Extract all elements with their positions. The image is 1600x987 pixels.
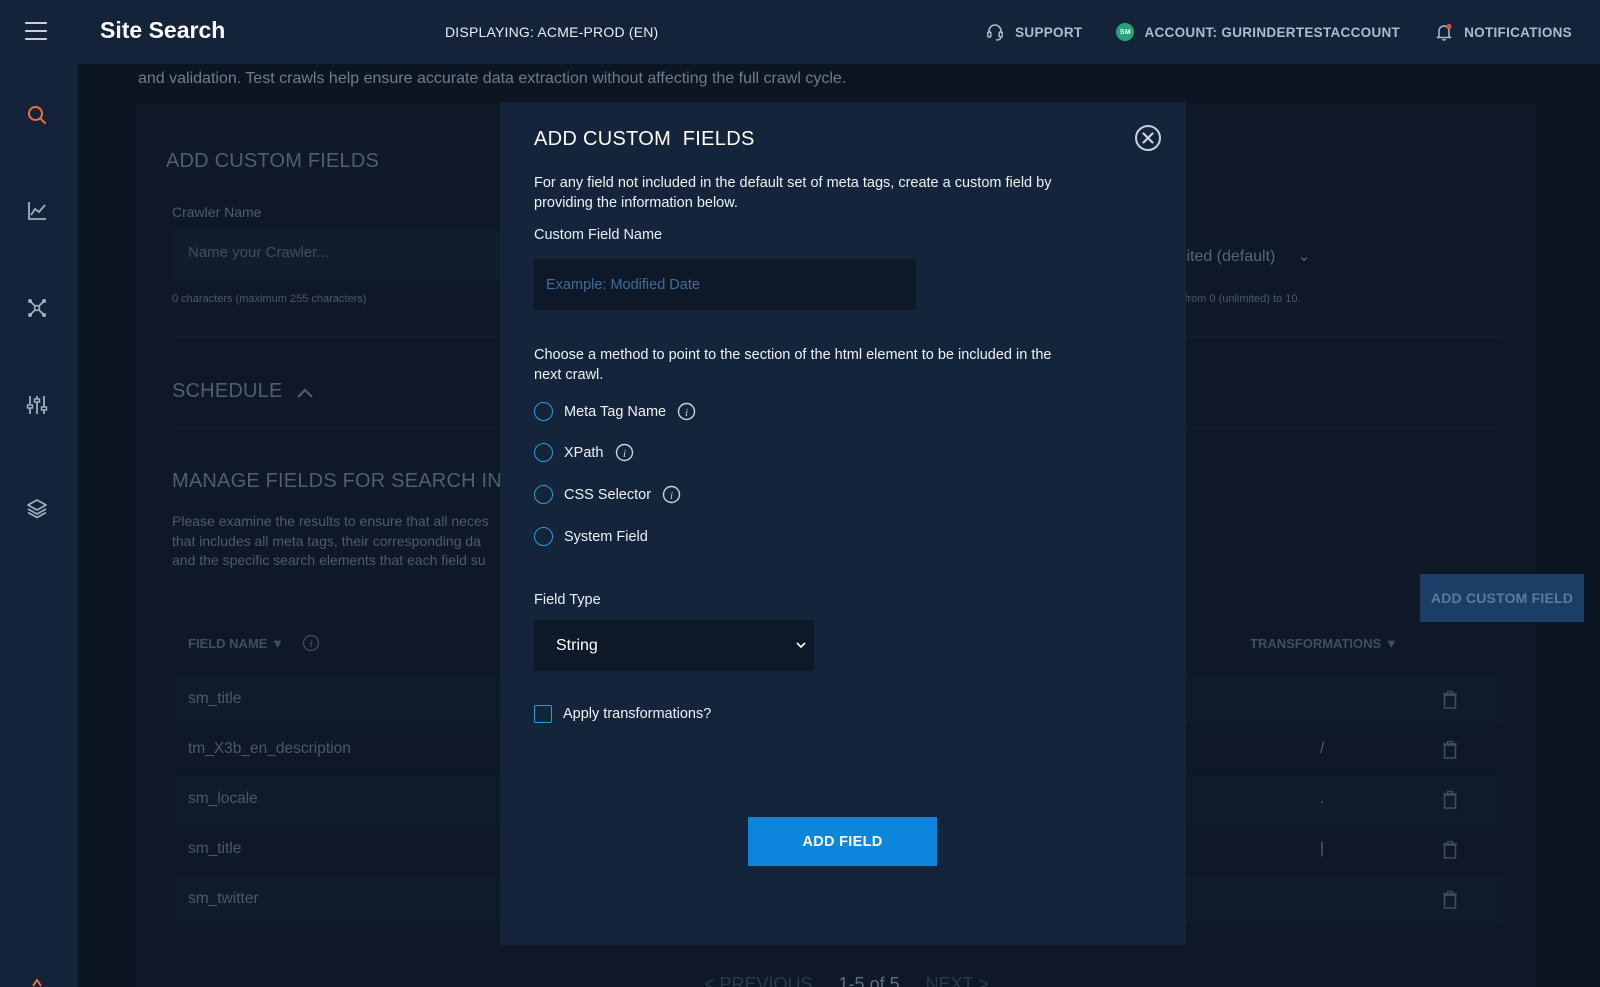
account-label: ACCOUNT: GURINDERTESTACCOUNT bbox=[1144, 24, 1401, 40]
sliders-icon[interactable] bbox=[25, 393, 49, 417]
method-label: XPath bbox=[564, 444, 604, 461]
search-icon[interactable] bbox=[25, 103, 49, 127]
method-option-css-selector[interactable]: CSS Selector i bbox=[534, 485, 681, 504]
info-icon: i bbox=[302, 634, 320, 652]
field-type-label: Field Type bbox=[534, 592, 601, 608]
add-custom-field-button[interactable]: ADD CUSTOM FIELD bbox=[1420, 574, 1584, 622]
manage-description: Please examine the results to ensure tha… bbox=[172, 513, 489, 568]
apply-transformations-label: Apply transformations? bbox=[563, 706, 712, 722]
method-label: Meta Tag Name bbox=[564, 403, 667, 420]
info-icon[interactable]: i bbox=[615, 443, 634, 462]
info-icon[interactable]: i bbox=[662, 485, 681, 504]
modal-title: ADD CUSTOM FIELDS bbox=[534, 128, 755, 150]
avatar: SM bbox=[1116, 23, 1135, 41]
pagination: < PREVIOUS 1-5 of 5 NEXT > bbox=[704, 974, 989, 987]
intro-text: and validation. Test crawls help ensure … bbox=[138, 70, 847, 87]
crawler-name-input[interactable]: Name your Crawler... bbox=[172, 230, 502, 280]
support-label: SUPPORT bbox=[1015, 24, 1083, 40]
method-description: Choose a method to point to the section … bbox=[534, 347, 1052, 383]
add-custom-fields-modal: ADD CUSTOM FIELDS For any field not incl… bbox=[500, 102, 1186, 945]
notifications-label: NOTIFICATIONS bbox=[1464, 24, 1572, 40]
apply-transformations-checkbox[interactable] bbox=[534, 705, 552, 723]
svg-text:i: i bbox=[310, 639, 313, 650]
radio-button[interactable] bbox=[534, 485, 553, 504]
field-type-select[interactable]: String bbox=[534, 620, 814, 671]
layers-icon[interactable] bbox=[25, 496, 49, 520]
displaying-label: DISPLAYING: ACME-PROD (EN) bbox=[445, 24, 659, 40]
bell-icon bbox=[1436, 23, 1452, 41]
custom-field-name-label: Custom Field Name bbox=[534, 227, 663, 243]
account-menu[interactable]: SM ACCOUNT: GURINDERTESTACCOUNT bbox=[1116, 23, 1400, 41]
trash-icon[interactable] bbox=[1442, 840, 1458, 860]
apply-transformations-option[interactable]: Apply transformations? bbox=[534, 705, 711, 723]
svg-text:i: i bbox=[622, 448, 625, 460]
sidebar bbox=[0, 0, 78, 987]
info-icon[interactable]: i bbox=[677, 402, 696, 421]
depth-select[interactable]: limited (default) ⌄ bbox=[1166, 246, 1311, 266]
radio-button[interactable] bbox=[534, 527, 553, 546]
method-label: CSS Selector bbox=[564, 486, 652, 503]
method-option-xpath[interactable]: XPath i bbox=[534, 443, 634, 462]
field-type-value: String bbox=[556, 636, 598, 654]
radio-button[interactable] bbox=[534, 443, 553, 462]
crawler-name-label: Crawler Name bbox=[172, 204, 262, 220]
trash-icon[interactable] bbox=[1442, 740, 1458, 760]
hamburger-menu-icon[interactable] bbox=[25, 22, 47, 40]
depth-hint: pth from 0 (unlimited) to 10. bbox=[1166, 293, 1301, 305]
method-option-system-field[interactable]: System Field bbox=[534, 527, 648, 546]
manage-title: MANAGE FIELDS FOR SEARCH INDE bbox=[172, 470, 531, 492]
pager-previous[interactable]: < PREVIOUS bbox=[704, 974, 813, 987]
pager-range: 1-5 of 5 bbox=[838, 974, 900, 987]
pager-next[interactable]: NEXT > bbox=[926, 974, 989, 987]
network-icon[interactable] bbox=[25, 296, 49, 320]
svg-text:i: i bbox=[670, 490, 673, 502]
chevron-up-icon bbox=[297, 388, 314, 398]
chevron-down-icon bbox=[796, 642, 806, 649]
trash-icon[interactable] bbox=[1442, 890, 1458, 910]
notifications-link[interactable]: NOTIFICATIONS bbox=[1434, 22, 1572, 42]
app-title: Site Search bbox=[100, 17, 226, 43]
support-link[interactable]: SUPPORT bbox=[985, 22, 1082, 42]
top-right-nav: SUPPORT SM ACCOUNT: GURINDERTESTACCOUNT … bbox=[985, 0, 1572, 64]
schedule-title[interactable]: SCHEDULE bbox=[172, 380, 314, 403]
headset-icon bbox=[987, 24, 1004, 41]
radio-button[interactable] bbox=[534, 402, 553, 421]
col-field-name[interactable]: FIELD NAME ▼ bbox=[188, 636, 284, 651]
partial-icon bbox=[25, 975, 49, 987]
custom-field-name-input[interactable] bbox=[534, 259, 916, 310]
svg-text:i: i bbox=[685, 407, 688, 419]
add-field-button[interactable]: ADD FIELD bbox=[748, 817, 937, 866]
chart-line-icon[interactable] bbox=[25, 199, 49, 223]
col-transformations[interactable]: TRANSFORMATIONS ▼ bbox=[1250, 636, 1398, 651]
method-label: System Field bbox=[564, 528, 648, 545]
char-count: 0 characters (maximum 255 characters) bbox=[172, 293, 367, 305]
top-bar: Site Search DISPLAYING: ACME-PROD (EN) S… bbox=[0, 0, 1600, 64]
modal-description: For any field not included in the defaul… bbox=[534, 175, 1052, 211]
section-title: ADD CUSTOM FIELDS bbox=[166, 150, 380, 172]
trash-icon[interactable] bbox=[1442, 690, 1458, 710]
method-option-meta-tag-name[interactable]: Meta Tag Name i bbox=[534, 402, 696, 421]
trash-icon[interactable] bbox=[1442, 790, 1458, 810]
close-icon[interactable] bbox=[1134, 124, 1162, 152]
